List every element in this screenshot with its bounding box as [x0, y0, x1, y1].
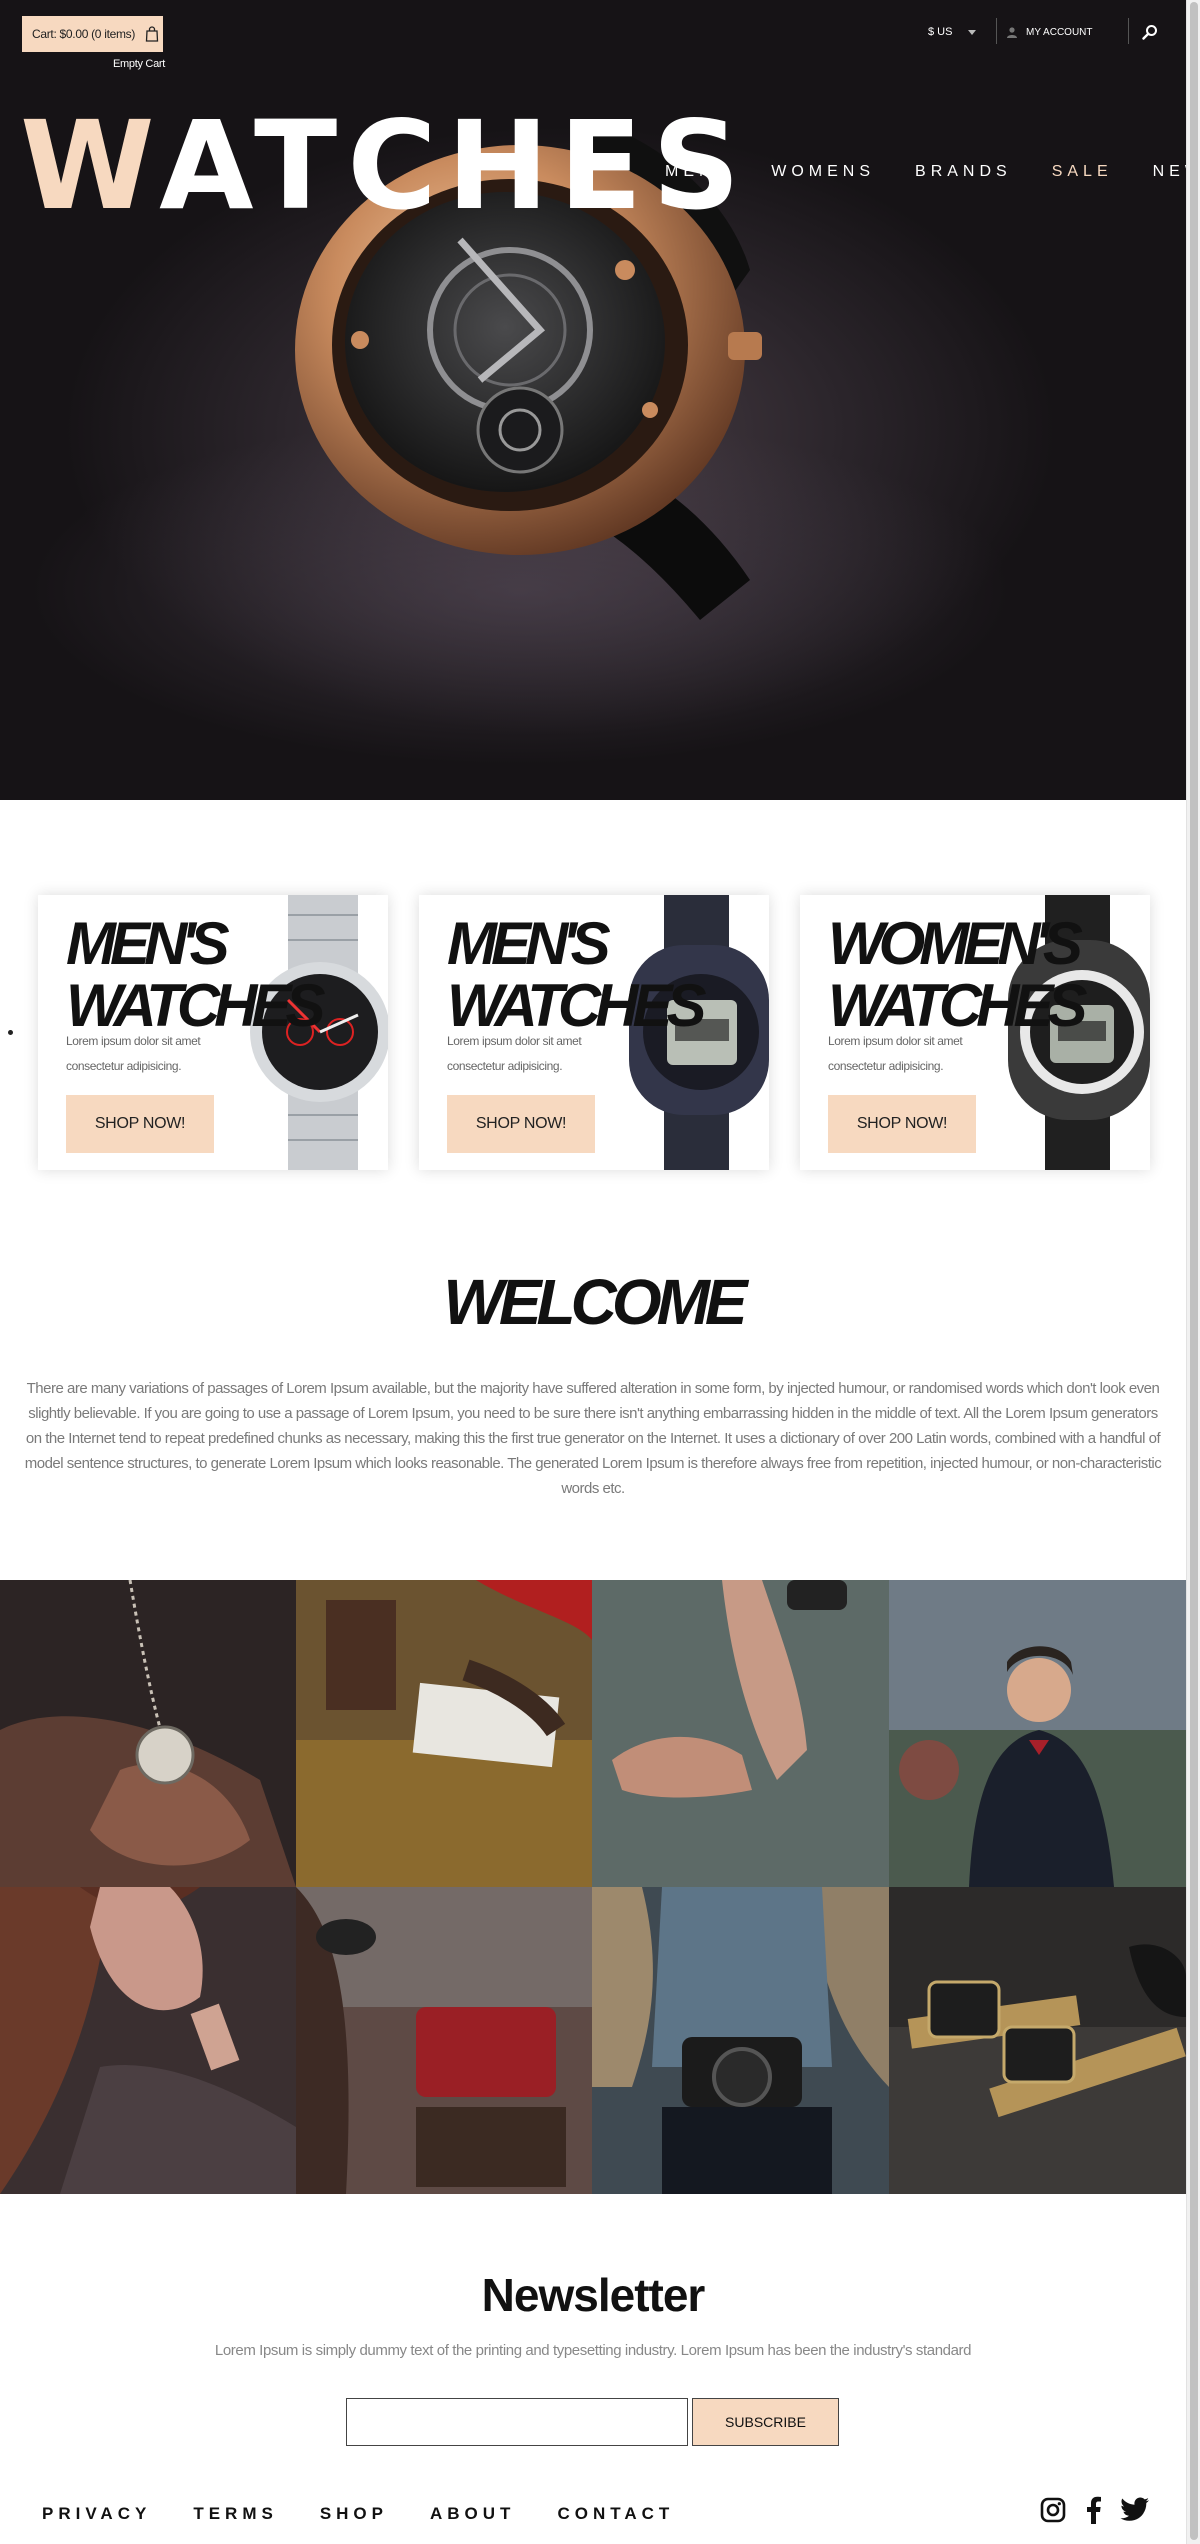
subscribe-button[interactable]: SUBSCRIBE: [692, 2398, 839, 2446]
promo-description: Lorem ipsum dolor sit amet consectetur a…: [66, 1034, 201, 1073]
cart-button[interactable]: Cart: $0.00 (0 items): [22, 16, 163, 52]
promo-title: MEN'S WATCHES: [447, 910, 707, 1039]
nav-mens[interactable]: MENS: [665, 163, 731, 181]
newsletter-email-input[interactable]: [346, 2398, 688, 2446]
gallery-photo-typewriter[interactable]: [296, 1887, 592, 2194]
promo-title: MEN'S WATCHES: [66, 910, 326, 1039]
footer-nav: PRIVACY TERMS SHOP ABOUT CONTACT: [42, 2504, 716, 2524]
footer-link-contact[interactable]: CONTACT: [557, 2504, 674, 2524]
welcome-text: There are many variations of passages of…: [24, 1380, 1162, 1497]
gallery-photo-man-suit[interactable]: [889, 1580, 1186, 1887]
chevron-down-icon: [968, 29, 977, 35]
nav-sale[interactable]: SALE: [1052, 163, 1113, 181]
gallery-photo-smartwatches[interactable]: [889, 1887, 1186, 2194]
twitter-icon[interactable]: [1120, 2497, 1150, 2528]
newsletter-title: Newsletter: [481, 2269, 706, 2321]
header-divider: [1128, 18, 1129, 44]
promo-title: WOMEN'S WATCHES: [828, 910, 1088, 1039]
header-divider: [996, 18, 997, 44]
footer-link-shop[interactable]: SHOP: [320, 2504, 388, 2524]
hero-title-first-letter: W: [20, 95, 160, 237]
currency-selector[interactable]: $ US: [928, 20, 977, 44]
my-account-link[interactable]: MY ACCOUNT: [1006, 20, 1093, 44]
hero-banner: Cart: $0.00 (0 items) Empty Cart $ US MY…: [0, 0, 1186, 800]
gallery-photo-woman-smoking[interactable]: [0, 1887, 296, 2194]
promo-description: Lorem ipsum dolor sit amet consectetur a…: [447, 1034, 582, 1073]
facebook-icon[interactable]: [1084, 2496, 1102, 2529]
currency-value: $ US: [928, 26, 953, 38]
shopping-bag-icon: [145, 26, 159, 42]
footer-link-privacy[interactable]: PRIVACY: [42, 2504, 151, 2524]
instagram-icon[interactable]: [1040, 2497, 1066, 2528]
nav-brands[interactable]: BRANDS: [915, 163, 1012, 181]
footer-link-terms[interactable]: TERMS: [193, 2504, 278, 2524]
shop-now-button[interactable]: SHOP NOW!: [66, 1095, 214, 1153]
promo-cards: MEN'S WATCHES Lorem ipsum dolor sit amet …: [38, 895, 1150, 1170]
welcome-title: WELCOME: [443, 1266, 747, 1338]
cart-status: Empty Cart: [113, 58, 166, 70]
cart-summary: Cart: $0.00 (0 items): [32, 27, 136, 41]
hero-title: WATCHES: [20, 105, 750, 227]
photo-gallery: [0, 1580, 1186, 2194]
search-icon: [1142, 25, 1157, 40]
promo-card-mens-digital: MEN'S WATCHES Lorem ipsum dolor sit amet …: [419, 895, 769, 1170]
user-icon: [1007, 27, 1017, 38]
promo-description: Lorem ipsum dolor sit amet consectetur a…: [828, 1034, 963, 1073]
gallery-photo-pinky-promise[interactable]: [592, 1580, 889, 1887]
nav-womens[interactable]: WOMENS: [771, 163, 875, 181]
page-scrollbar[interactable]: [1186, 0, 1200, 2544]
nav-news[interactable]: NEWS: [1153, 163, 1186, 181]
slider-dot[interactable]: [8, 1030, 13, 1035]
footer-link-about[interactable]: ABOUT: [430, 2504, 515, 2524]
newsletter-subtitle: Lorem Ipsum is simply dummy text of the …: [214, 2342, 972, 2359]
gallery-photo-writing[interactable]: [296, 1580, 592, 1887]
gallery-photo-camera[interactable]: [592, 1887, 889, 2194]
promo-card-mens: MEN'S WATCHES Lorem ipsum dolor sit amet …: [38, 895, 388, 1170]
my-account-label: MY ACCOUNT: [1026, 26, 1093, 38]
gallery-photo-pocket-watch[interactable]: [0, 1580, 296, 1887]
shop-now-button[interactable]: SHOP NOW!: [828, 1095, 976, 1153]
search-button[interactable]: [1138, 20, 1162, 44]
shop-now-button[interactable]: SHOP NOW!: [447, 1095, 595, 1153]
promo-card-womens: WOMEN'S WATCHES Lorem ipsum dolor sit ame…: [800, 895, 1150, 1170]
hero-title-rest: ATCHES: [159, 95, 751, 237]
scrollbar-thumb[interactable]: [1190, 2, 1198, 2540]
main-nav: MENS WOMENS BRANDS SALE NEWS: [665, 163, 1186, 181]
social-links: [1040, 2496, 1150, 2529]
